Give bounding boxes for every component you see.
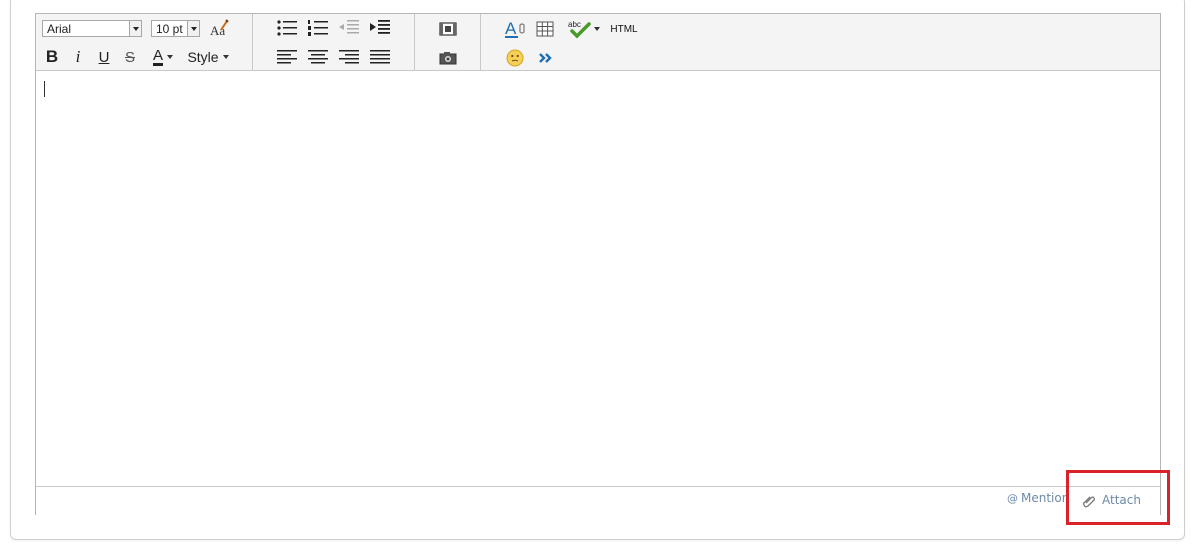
- italic-label: i: [75, 47, 81, 66]
- style-label: Style: [187, 49, 219, 65]
- html-label: HTML: [610, 23, 638, 35]
- clear-formatting-icon: Aa: [210, 19, 229, 38]
- editor-footer: @ Mention Attach: [36, 486, 1160, 515]
- insert-table-button[interactable]: [534, 19, 556, 39]
- decrease-indent-button[interactable]: [337, 18, 361, 38]
- attach-highlight-box: [1066, 470, 1170, 525]
- align-center-icon: [308, 50, 328, 64]
- mention-link[interactable]: @ Mention: [1007, 491, 1069, 505]
- underline-label: U: [98, 48, 110, 66]
- numbered-list-icon: [308, 20, 328, 36]
- at-sign-icon: @: [1007, 491, 1018, 505]
- toolbar-divider: [480, 14, 481, 70]
- insert-video-button[interactable]: [437, 19, 459, 39]
- align-center-button[interactable]: [306, 47, 330, 67]
- chevron-down-icon: [187, 21, 199, 36]
- editor-toolbar: Arial 10 pt Aa B i U S A Style A abc HTM…: [36, 14, 1160, 71]
- font-family-value: Arial: [47, 22, 72, 36]
- chevron-down-icon: [222, 55, 229, 59]
- align-left-icon: [277, 50, 297, 64]
- align-right-button[interactable]: [337, 47, 361, 67]
- spell-check-icon: abc: [568, 20, 591, 39]
- more-tools-button[interactable]: [534, 47, 558, 69]
- italic-button[interactable]: i: [68, 46, 88, 68]
- align-justify-icon: [370, 50, 390, 64]
- bold-label: B: [45, 47, 59, 66]
- chevron-down-icon: [129, 21, 141, 36]
- strikethrough-label: S: [124, 48, 135, 66]
- emoticon-button[interactable]: [503, 47, 527, 69]
- mention-label: Mention: [1021, 491, 1070, 505]
- rich-text-editor: Arial 10 pt Aa B i U S A Style A abc HTM…: [35, 13, 1161, 515]
- text-link-button[interactable]: A: [503, 18, 527, 40]
- camera-icon: [439, 52, 457, 65]
- double-chevron-right-icon: [539, 53, 552, 63]
- align-right-icon: [339, 50, 359, 64]
- underline-button[interactable]: U: [94, 46, 114, 68]
- font-color-button[interactable]: A: [148, 46, 178, 68]
- html-source-button[interactable]: HTML: [606, 20, 642, 38]
- indent-icon: [370, 20, 390, 34]
- svg-text:A: A: [505, 19, 517, 38]
- bulleted-list-icon: [277, 20, 297, 36]
- table-icon: [536, 21, 554, 37]
- font-size-value: 10 pt: [156, 22, 183, 36]
- bold-button[interactable]: B: [42, 46, 62, 68]
- insert-image-button[interactable]: [437, 48, 459, 68]
- text-cursor: [44, 81, 45, 97]
- justify-button[interactable]: [368, 47, 392, 67]
- editor-content-area[interactable]: [36, 71, 1160, 486]
- outdent-icon: [339, 20, 359, 34]
- increase-indent-button[interactable]: [368, 18, 392, 38]
- numbered-list-button[interactable]: [306, 18, 330, 38]
- font-color-label: A: [152, 46, 163, 66]
- strikethrough-button[interactable]: S: [120, 46, 140, 68]
- chevron-down-icon: [593, 27, 600, 31]
- clear-formatting-button[interactable]: Aa: [208, 17, 230, 39]
- video-icon: [439, 22, 457, 36]
- smiley-icon: [506, 49, 524, 67]
- font-size-select[interactable]: 10 pt: [151, 20, 200, 37]
- style-dropdown[interactable]: Style: [186, 46, 230, 68]
- bulleted-list-button[interactable]: [275, 18, 299, 38]
- spell-check-button[interactable]: abc: [564, 18, 602, 40]
- svg-text:abc: abc: [568, 20, 581, 29]
- text-link-icon: A: [505, 19, 525, 38]
- align-left-button[interactable]: [275, 47, 299, 67]
- toolbar-divider: [414, 14, 415, 70]
- font-family-select[interactable]: Arial: [42, 20, 142, 37]
- chevron-down-icon: [167, 55, 173, 59]
- toolbar-divider: [252, 14, 253, 70]
